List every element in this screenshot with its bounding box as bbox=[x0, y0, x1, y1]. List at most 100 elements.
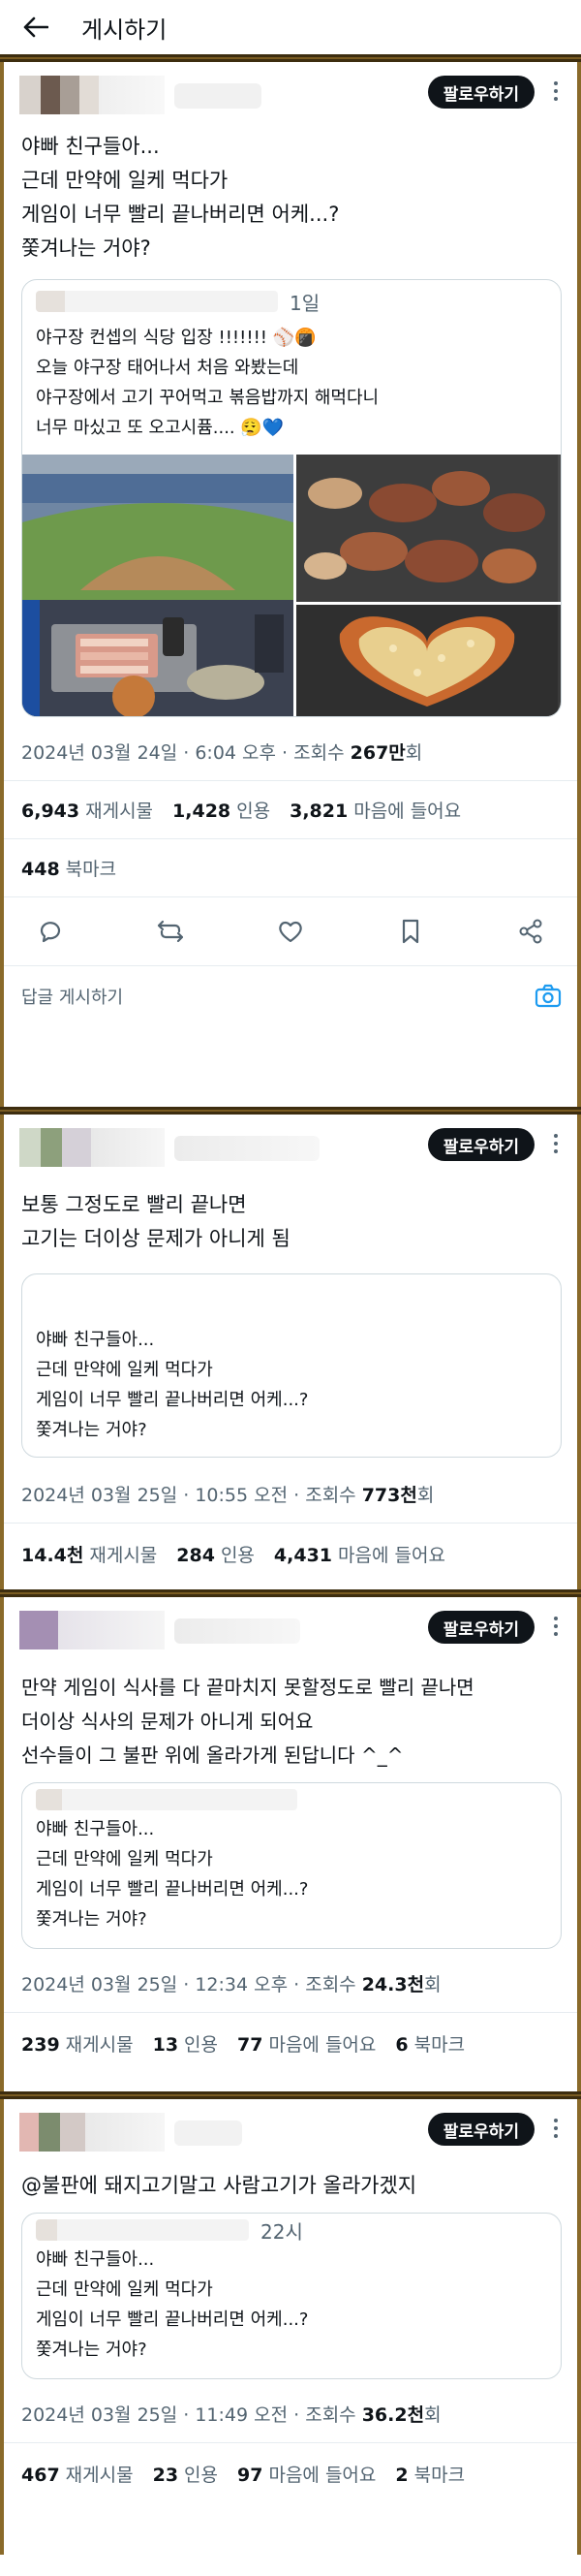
avatar[interactable] bbox=[19, 1128, 165, 1167]
grilled-meat-photo[interactable] bbox=[296, 455, 561, 602]
quoted-post-text: 야빠 친구들아... 근데 만약에 일케 먹다가 게임이 너무 빨리 끝나버리면… bbox=[22, 2243, 561, 2378]
fried-rice-photo[interactable] bbox=[296, 605, 561, 716]
quoted-post-header: 1일 bbox=[22, 280, 561, 317]
stat-label: 재게시물 bbox=[65, 2034, 134, 2056]
more-options-icon[interactable] bbox=[546, 79, 566, 103]
quote-count[interactable]: 13 인용 bbox=[153, 2030, 218, 2057]
stat-number: 284 bbox=[176, 1545, 215, 1566]
post-card: 팔로우하기 @불판에 돼지고기말고 사람고기가 올라가겠지 22시 야빠 친구들… bbox=[0, 2099, 581, 2555]
reply-composer[interactable]: 답글 게시하기 bbox=[4, 965, 577, 1025]
quote-count[interactable]: 1,428 인용 bbox=[172, 797, 270, 823]
share-button[interactable] bbox=[513, 914, 548, 949]
stat-label: 인용 bbox=[236, 801, 271, 822]
bookmark-count[interactable]: 2 북마크 bbox=[395, 2461, 465, 2487]
quoted-post[interactable]: 1일 야구장 컨셉의 식당 입장 !!!!!!! ⚾🍘 오늘 야구장 태어나서 … bbox=[21, 279, 562, 717]
username-redacted bbox=[174, 2120, 242, 2146]
bookmark-icon bbox=[402, 919, 419, 944]
back-button[interactable] bbox=[23, 8, 62, 47]
quoted-text-line: 쫓겨나는 거야? bbox=[36, 1909, 147, 1930]
like-count[interactable]: 77 마음에 들어요 bbox=[237, 2030, 376, 2057]
view-count: 773천 bbox=[361, 1485, 417, 1506]
stat-number: 97 bbox=[237, 2465, 263, 2486]
action-bar bbox=[4, 897, 577, 965]
stadium-photo[interactable] bbox=[22, 455, 293, 716]
more-options-icon[interactable] bbox=[546, 1615, 566, 1638]
panel-separator bbox=[0, 2091, 581, 2099]
avatar[interactable] bbox=[19, 1611, 165, 1649]
panel-separator bbox=[0, 1107, 581, 1115]
quoted-text-line: 게임이 너무 빨리 끝나버리면 어케...? bbox=[36, 1390, 309, 1410]
quoted-post[interactable]: 야빠 친구들아... 근데 만약에 일케 먹다가 게임이 너무 빨리 끝나버리면… bbox=[21, 1273, 562, 1458]
post-text: 야빠 친구들아... 근데 만약에 일케 먹다가 게임이 너무 빨리 끝나버리면… bbox=[4, 114, 577, 266]
quoted-text-line: 야구장에서 고기 꾸어먹고 볶음밥까지 해먹다니 bbox=[36, 388, 380, 408]
repost-count[interactable]: 14.4천 재게시물 bbox=[21, 1541, 157, 1567]
post-text-line: 쫓겨나는 거야? bbox=[21, 236, 151, 260]
like-count[interactable]: 3,821 마음에 들어요 bbox=[290, 797, 461, 823]
avatar[interactable] bbox=[19, 2113, 165, 2152]
like-button[interactable] bbox=[273, 914, 308, 949]
stat-number: 1,428 bbox=[172, 801, 231, 822]
quoted-media-right bbox=[296, 455, 561, 716]
like-count[interactable]: 4,431 마음에 들어요 bbox=[274, 1541, 445, 1567]
quoted-text-line: 쫓겨나는 거야? bbox=[36, 2340, 147, 2360]
repost-count[interactable]: 467 재게시물 bbox=[21, 2461, 134, 2487]
more-options-icon[interactable] bbox=[546, 1132, 566, 1155]
quoted-post-text: 야빠 친구들아... 근데 만약에 일케 먹다가 게임이 너무 빨리 끝나버리면… bbox=[22, 1812, 561, 1948]
repost-count[interactable]: 6,943 재게시물 bbox=[21, 797, 153, 823]
post-stats: 239 재게시물 13 인용 77 마음에 들어요 6 북마크 bbox=[4, 2013, 577, 2057]
quoted-post[interactable]: 22시 야빠 친구들아... 근데 만약에 일케 먹다가 게임이 너무 빨리 끝… bbox=[21, 2213, 562, 2379]
quoted-post[interactable]: 야빠 친구들아... 근데 만약에 일케 먹다가 게임이 너무 빨리 끝나버리면… bbox=[21, 1782, 562, 1949]
quoted-text-line: 야빠 친구들아... bbox=[36, 1819, 155, 1839]
stat-label: 마음에 들어요 bbox=[268, 2034, 377, 2056]
stat-number: 239 bbox=[21, 2034, 60, 2056]
quote-count[interactable]: 284 인용 bbox=[176, 1541, 255, 1567]
avatar[interactable] bbox=[19, 76, 165, 114]
quote-count[interactable]: 23 인용 bbox=[153, 2461, 218, 2487]
post-text-line: @불판에 돼지고기말고 사람고기가 올라가겠지 bbox=[21, 2174, 417, 2197]
quoted-text-line: 게임이 너무 빨리 끝나버리면 어케...? bbox=[36, 1879, 309, 1900]
bookmark-count[interactable]: 6 북마크 bbox=[395, 2030, 465, 2057]
quoted-post-time: 1일 bbox=[290, 291, 321, 315]
post-date: 2024년 03월 25일 · 11:49 오전 · 조회수 bbox=[21, 2404, 362, 2426]
arrow-left-icon bbox=[23, 16, 48, 38]
stat-label: 북마크 bbox=[413, 2465, 466, 2486]
post-text-line: 근데 만약에 일케 먹다가 bbox=[21, 169, 229, 192]
bookmark-button[interactable] bbox=[393, 914, 428, 949]
stat-number: 6 bbox=[395, 2034, 409, 2056]
follow-button[interactable]: 팔로우하기 bbox=[427, 1611, 535, 1644]
follow-button[interactable]: 팔로우하기 bbox=[427, 2113, 535, 2146]
post-text-line: 보통 그정도로 빨리 끝나면 bbox=[21, 1193, 247, 1216]
stat-label: 마음에 들어요 bbox=[268, 2465, 377, 2486]
post-text-line: 야빠 친구들아... bbox=[21, 135, 160, 158]
post-date: 2024년 03월 24일 · 6:04 오후 · 조회수 bbox=[21, 742, 351, 764]
view-suffix: 회 bbox=[424, 2404, 442, 2426]
post-text-line: 선수들이 그 불판 위에 올라가게 된답니다 ^_^ bbox=[21, 1744, 404, 1767]
post-text-line: 고기는 더이상 문제가 아니게 됨 bbox=[21, 1227, 290, 1250]
post-card: 팔로우하기 보통 그정도로 빨리 끝나면 고기는 더이상 문제가 아니게 됨 야… bbox=[0, 1115, 581, 1589]
like-count[interactable]: 97 마음에 들어요 bbox=[237, 2461, 376, 2487]
share-icon bbox=[519, 919, 542, 944]
bookmark-count[interactable]: 448 북마크 bbox=[21, 855, 116, 881]
post-text: 보통 그정도로 빨리 끝나면 고기는 더이상 문제가 아니게 됨 bbox=[4, 1167, 577, 1256]
camera-icon[interactable] bbox=[535, 984, 562, 1009]
stat-label: 북마크 bbox=[413, 2034, 466, 2056]
follow-button[interactable]: 팔로우하기 bbox=[427, 76, 535, 109]
stat-number: 4,431 bbox=[273, 1545, 333, 1566]
post-date: 2024년 03월 25일 · 12:34 오후 · 조회수 bbox=[21, 1974, 362, 1995]
stat-number: 13 bbox=[152, 2034, 179, 2056]
view-suffix: 회 bbox=[424, 1974, 442, 1995]
reply-button[interactable] bbox=[33, 914, 68, 949]
post-text-line: 게임이 너무 빨리 끝나버리면 어케...? bbox=[21, 203, 340, 226]
repost-count[interactable]: 239 재게시물 bbox=[21, 2030, 134, 2057]
quoted-username-redacted bbox=[36, 1789, 297, 1810]
repost-button[interactable] bbox=[153, 914, 188, 949]
stat-number: 2 bbox=[395, 2465, 409, 2486]
heart-icon bbox=[279, 921, 302, 943]
stat-number: 448 bbox=[21, 859, 60, 880]
stat-label: 인용 bbox=[184, 2465, 219, 2486]
stat-label: 인용 bbox=[184, 2034, 219, 2056]
follow-button[interactable]: 팔로우하기 bbox=[427, 1128, 535, 1161]
post-text: 만약 게임이 식사를 다 끝마치지 못할정도로 빨리 끝나면 더이상 식사의 문… bbox=[4, 1649, 577, 1773]
more-options-icon[interactable] bbox=[546, 2117, 566, 2140]
quoted-username-redacted bbox=[36, 291, 278, 312]
